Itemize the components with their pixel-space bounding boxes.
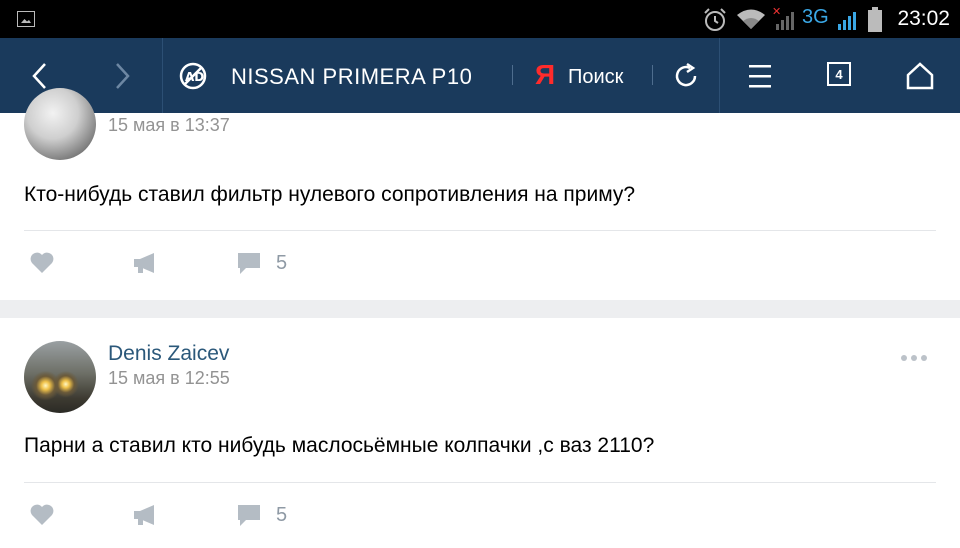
megaphone-icon — [134, 505, 154, 525]
refresh-icon — [675, 62, 697, 86]
adblock-icon: AD — [179, 62, 207, 89]
home-button[interactable] — [898, 38, 942, 113]
forward-button[interactable] — [82, 38, 162, 113]
battery-icon — [868, 7, 882, 32]
more-options-button[interactable] — [900, 342, 928, 370]
divider — [24, 482, 936, 483]
like-button[interactable] — [29, 495, 55, 535]
heart-icon — [30, 504, 54, 525]
home-icon — [906, 61, 934, 89]
post-date[interactable]: 15 мая в 12:55 — [108, 368, 230, 389]
post-card: 15 мая в 13:37 Кто-нибудь ставил фильтр … — [0, 88, 960, 300]
post-text: Парни а ставил кто нибудь маслосьёмные к… — [24, 434, 655, 457]
network-type: 3G — [802, 6, 829, 28]
alarm-icon — [704, 8, 726, 31]
reload-button[interactable] — [664, 38, 708, 113]
like-button[interactable] — [29, 243, 55, 283]
comment-count: 5 — [276, 251, 288, 274]
share-button[interactable] — [132, 495, 158, 535]
tabs-button[interactable]: 4 — [827, 62, 851, 86]
feed: 15 мая в 13:37 Кто-нибудь ставил фильтр … — [0, 88, 960, 548]
yandex-logo: Я — [535, 59, 556, 90]
comments-button[interactable]: 5 — [236, 243, 287, 283]
megaphone-icon — [134, 253, 154, 273]
signal-icon: ✕ — [772, 6, 794, 30]
clock: 23:02 — [897, 7, 950, 30]
signal-3g-icon — [838, 12, 856, 30]
share-button[interactable] — [132, 243, 158, 283]
search-button[interactable]: Поиск — [568, 66, 623, 89]
status-bar: ✕ 3G 23:02 — [0, 0, 960, 38]
gallery-icon — [17, 11, 35, 27]
post-actions: 5 — [0, 243, 960, 283]
heart-icon — [30, 252, 54, 273]
adblock-button[interactable]: AD — [175, 38, 211, 113]
comment-count: 5 — [276, 503, 288, 526]
browser-toolbar: AD NISSAN PRIMERA P10 Я Поиск 4 — [0, 38, 960, 113]
post-date[interactable]: 15 мая в 13:37 — [108, 115, 230, 136]
menu-icon — [749, 64, 771, 87]
comment-icon — [238, 253, 260, 274]
comments-button[interactable]: 5 — [236, 495, 287, 535]
page-title[interactable]: NISSAN PRIMERA P10 — [231, 64, 472, 90]
post-actions: 5 — [0, 495, 960, 535]
wifi-icon — [737, 9, 765, 29]
menu-button[interactable] — [738, 38, 782, 113]
comment-icon — [238, 505, 260, 526]
post-card: Denis Zaicev 15 мая в 12:55 Парни а став… — [0, 318, 960, 548]
svg-text:✕: ✕ — [772, 6, 781, 18]
post-text: Кто-нибудь ставил фильтр нулевого сопрот… — [24, 183, 636, 206]
more-dots-icon — [901, 355, 927, 361]
chevron-right-icon — [116, 62, 130, 89]
divider — [24, 230, 936, 231]
chevron-left-icon — [32, 62, 46, 89]
avatar[interactable] — [24, 341, 96, 413]
author-name[interactable]: Denis Zaicev — [108, 342, 229, 366]
avatar[interactable] — [24, 88, 96, 160]
